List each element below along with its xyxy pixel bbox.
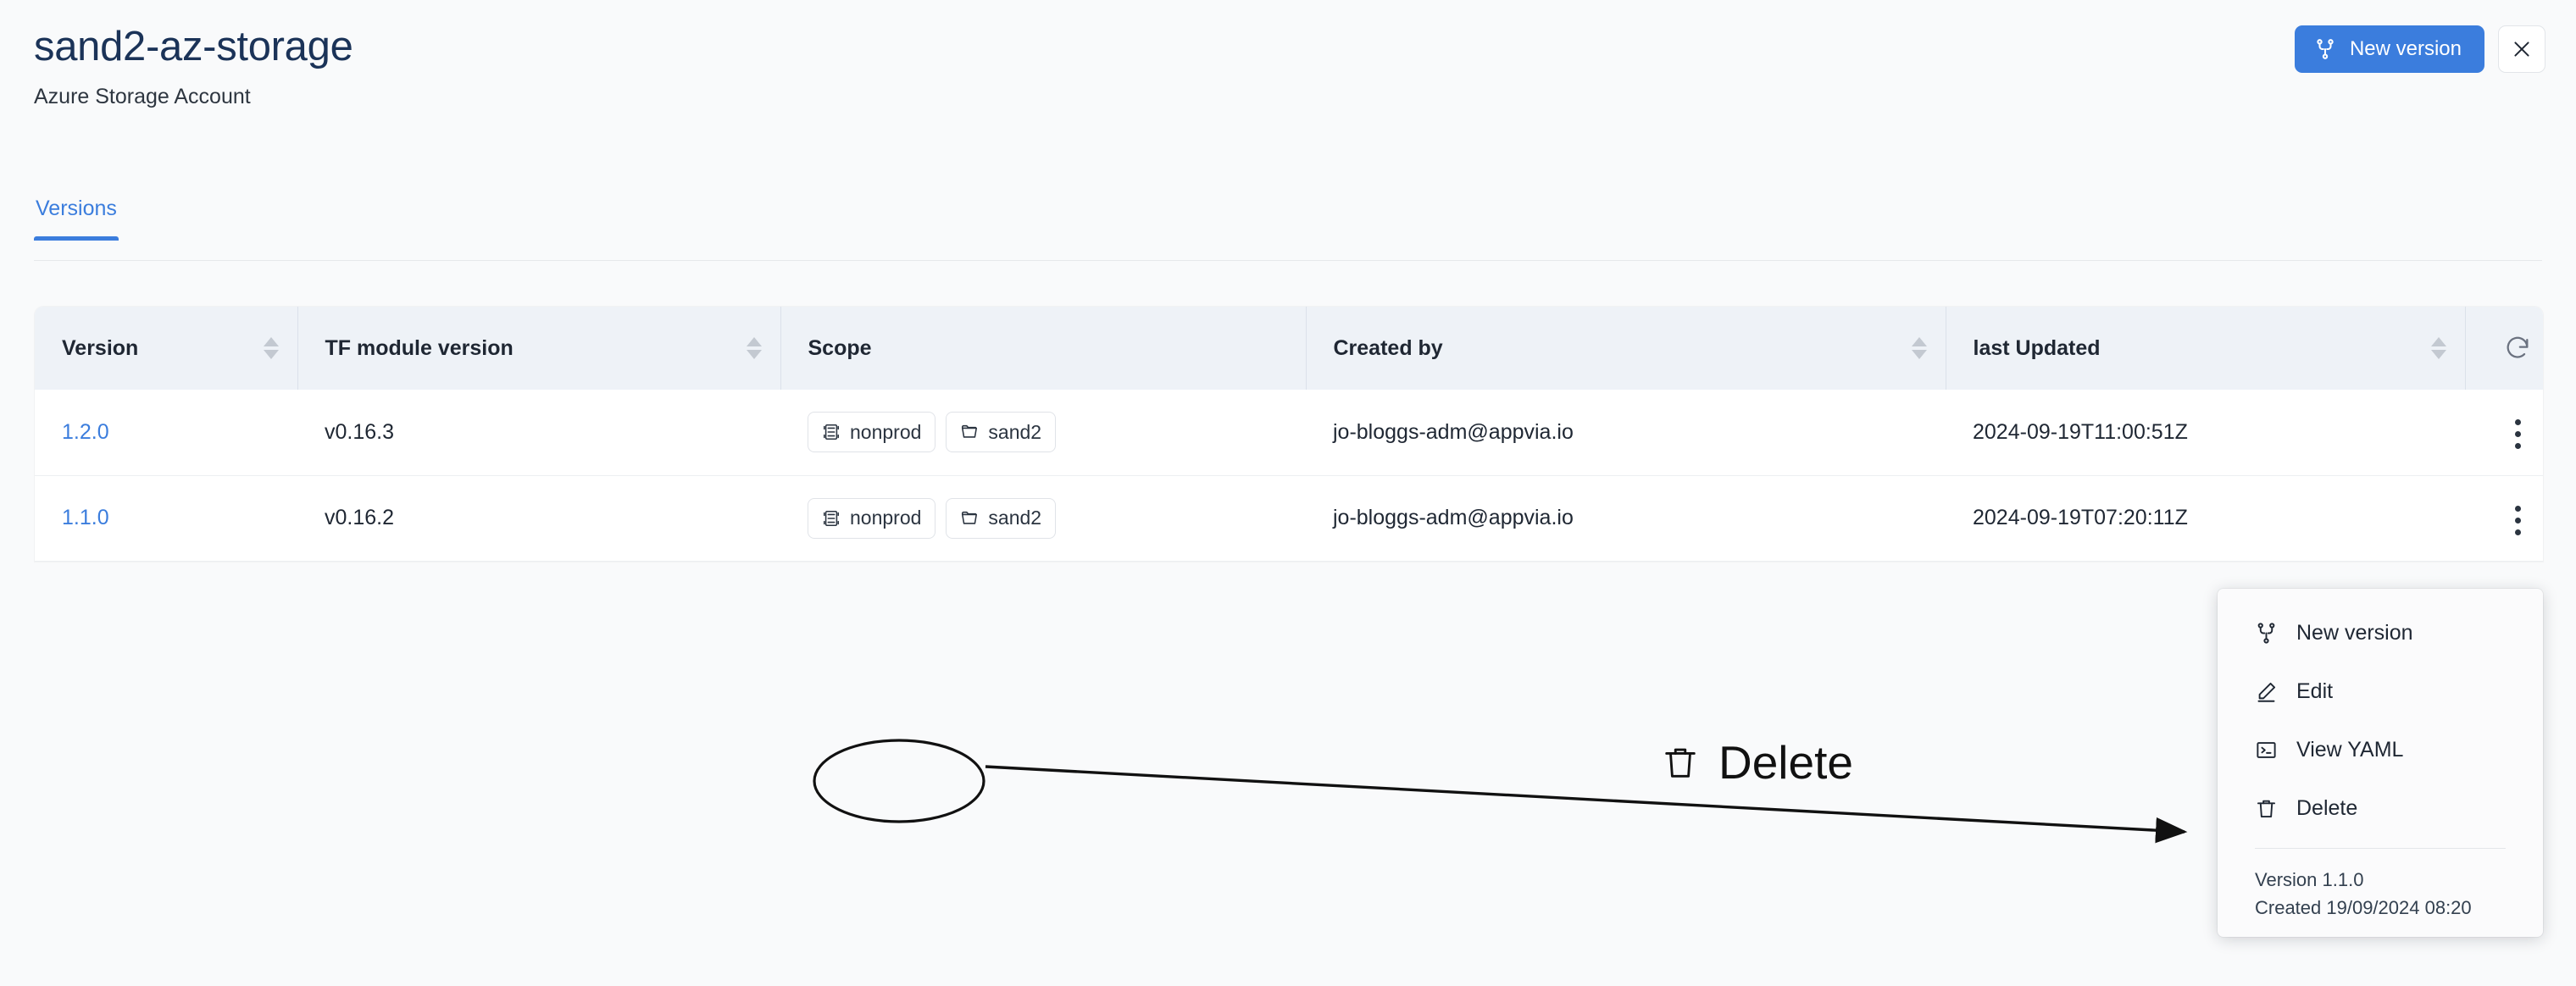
menu-item-view-yaml[interactable]: View YAML xyxy=(2218,721,2543,779)
versions-table: Version TF module version Scope Created … xyxy=(35,307,2543,562)
row-context-menu: New version Edit View YAML Delete Versio… xyxy=(2218,589,2543,937)
column-label-scope: Scope xyxy=(808,335,872,360)
scope-chips: nonprod sand2 xyxy=(808,412,1306,453)
menu-item-delete-label: Delete xyxy=(2296,796,2358,820)
cell-version: 1.2.0 xyxy=(35,390,297,476)
server-icon xyxy=(822,423,841,441)
sort-toggle-tf-module-version[interactable] xyxy=(746,337,762,359)
annotation-label: Delete xyxy=(1661,735,1853,789)
row-actions-menu-button[interactable] xyxy=(2500,411,2536,457)
page-title: sand2-az-storage xyxy=(34,24,353,69)
server-icon xyxy=(822,509,841,528)
table-row: 1.1.0 v0.16.2 nonprod sand2 jo-bloggs-ad… xyxy=(35,475,2543,562)
scope-chips: nonprod sand2 xyxy=(808,497,1306,539)
cell-version: 1.1.0 xyxy=(35,475,297,562)
annotation-label-text: Delete xyxy=(1718,736,1853,789)
table-row: 1.2.0 v0.16.3 nonprod sand2 jo-bloggs-ad… xyxy=(35,390,2543,476)
versions-table-card: Version TF module version Scope Created … xyxy=(35,307,2543,562)
tab-versions[interactable]: Versions xyxy=(34,188,119,241)
kebab-dot xyxy=(2514,505,2521,512)
refresh-icon xyxy=(2503,334,2532,363)
row-actions-menu-button[interactable] xyxy=(2500,497,2536,544)
menu-item-edit[interactable]: Edit xyxy=(2218,662,2543,721)
annotation-arrow xyxy=(985,765,2188,844)
sort-toggle-created-by[interactable] xyxy=(1911,337,1927,359)
column-label-version: Version xyxy=(62,335,139,360)
scope-chip-project-label: sand2 xyxy=(988,507,1042,529)
table-header-row: Version TF module version Scope Created … xyxy=(35,307,2543,390)
column-header-version[interactable]: Version xyxy=(35,307,297,390)
title-block: sand2-az-storage Azure Storage Account xyxy=(34,25,353,109)
column-header-scope: Scope xyxy=(780,307,1306,390)
cell-created-by: jo-bloggs-adm@appvia.io xyxy=(1306,390,1946,476)
table-body: 1.2.0 v0.16.3 nonprod sand2 jo-bloggs-ad… xyxy=(35,390,2543,562)
scope-chip-environment-label: nonprod xyxy=(850,507,922,529)
terminal-icon xyxy=(2255,739,2278,762)
sort-toggle-version[interactable] xyxy=(263,337,279,359)
table-head: Version TF module version Scope Created … xyxy=(35,307,2543,390)
cell-last-updated: 2024-09-19T07:20:11Z xyxy=(1946,475,2465,562)
close-icon xyxy=(2511,38,2533,60)
cell-tf-module-version: v0.16.2 xyxy=(297,475,780,562)
cell-scope: nonprod sand2 xyxy=(780,475,1306,562)
menu-footer-version: Version 1.1.0 xyxy=(2255,869,2364,890)
header-actions: New version xyxy=(2294,25,2545,73)
column-header-tf-module-version[interactable]: TF module version xyxy=(297,307,780,390)
column-header-refresh[interactable] xyxy=(2464,307,2544,390)
trash-icon xyxy=(1661,740,1700,784)
page-subtitle: Azure Storage Account xyxy=(34,85,251,109)
menu-footer: Version 1.1.0 Created 19/09/2024 08:20 xyxy=(2218,849,2543,927)
git-branch-icon xyxy=(2314,38,2336,60)
scope-chip-environment[interactable]: nonprod xyxy=(808,412,936,453)
pencil-icon xyxy=(2255,680,2278,703)
menu-item-delete[interactable]: Delete xyxy=(2218,779,2543,838)
column-header-created-by[interactable]: Created by xyxy=(1305,307,1946,390)
cell-row-actions xyxy=(2465,475,2543,562)
column-label-tf-module-version: TF module version xyxy=(325,335,514,360)
kebab-dot xyxy=(2514,529,2521,535)
version-link[interactable]: 1.1.0 xyxy=(62,506,109,529)
scope-chip-project[interactable]: sand2 xyxy=(946,497,1057,539)
git-branch-icon xyxy=(2255,622,2278,645)
page-header: sand2-az-storage Azure Storage Account N… xyxy=(0,0,2576,161)
annotation-ellipse xyxy=(813,739,985,823)
refresh-button[interactable] xyxy=(2493,307,2544,390)
cell-row-actions xyxy=(2465,390,2543,476)
scope-chip-environment-label: nonprod xyxy=(850,420,922,443)
column-label-last-updated: last Updated xyxy=(1973,335,2101,360)
trash-icon xyxy=(2255,797,2278,820)
sort-toggle-last-updated[interactable] xyxy=(2430,337,2446,359)
new-version-button[interactable]: New version xyxy=(2294,25,2484,73)
kebab-dot xyxy=(2514,419,2521,426)
cell-last-updated: 2024-09-19T11:00:51Z xyxy=(1946,390,2465,476)
folder-icon xyxy=(960,509,979,528)
annotation-ellipse-outline xyxy=(814,740,984,822)
tab-versions-label: Versions xyxy=(36,197,117,220)
scope-chip-environment[interactable]: nonprod xyxy=(808,497,936,539)
scope-chip-project[interactable]: sand2 xyxy=(946,412,1057,453)
menu-item-edit-label: Edit xyxy=(2296,679,2334,703)
column-label-created-by: Created by xyxy=(1333,335,1443,360)
kebab-dot xyxy=(2514,443,2521,450)
cell-scope: nonprod sand2 xyxy=(780,390,1306,476)
cell-created-by: jo-bloggs-adm@appvia.io xyxy=(1306,475,1946,562)
kebab-dot xyxy=(2514,431,2521,438)
new-version-label: New version xyxy=(2349,37,2462,60)
kebab-dot xyxy=(2514,517,2521,523)
close-button[interactable] xyxy=(2498,25,2545,73)
menu-footer-created: Created 19/09/2024 08:20 xyxy=(2255,897,2472,918)
version-link[interactable]: 1.2.0 xyxy=(62,420,109,444)
menu-item-view-yaml-label: View YAML xyxy=(2296,738,2404,762)
folder-icon xyxy=(960,423,979,441)
menu-item-new-version-label: New version xyxy=(2296,621,2413,645)
cell-tf-module-version: v0.16.3 xyxy=(297,390,780,476)
column-header-last-updated[interactable]: last Updated xyxy=(1945,307,2465,390)
menu-item-new-version[interactable]: New version xyxy=(2218,604,2543,662)
scope-chip-project-label: sand2 xyxy=(988,420,1042,443)
tabs-bar: Versions xyxy=(34,188,2542,261)
